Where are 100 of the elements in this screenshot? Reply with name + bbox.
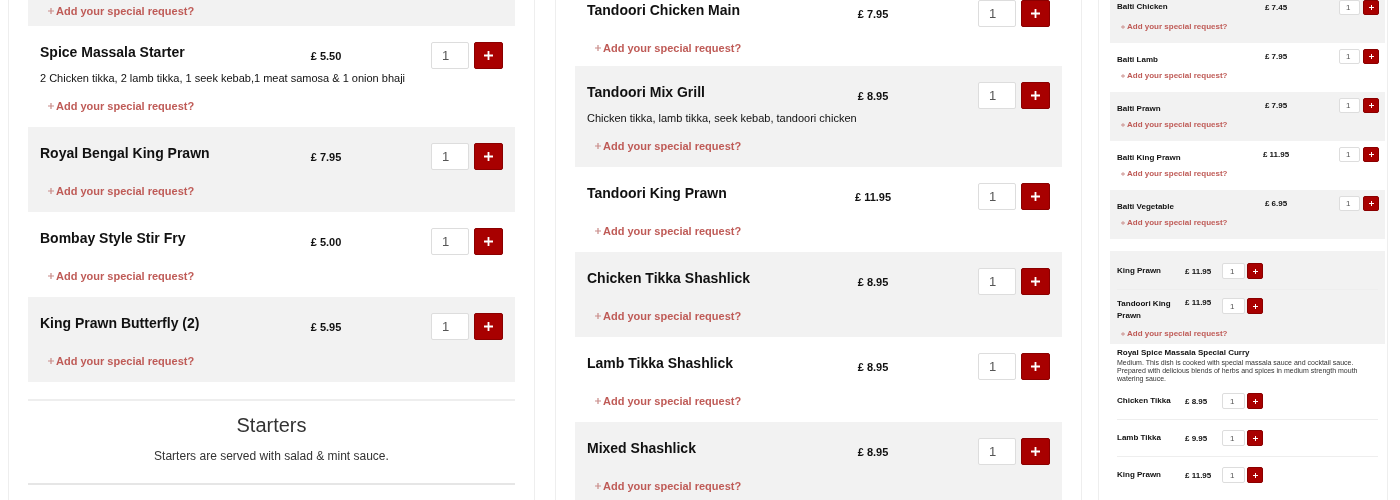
request-link[interactable]: Add your special request? <box>595 224 742 238</box>
add-button[interactable] <box>1363 98 1379 113</box>
quantity-field[interactable]: 1 <box>1222 393 1245 409</box>
plus-icon <box>484 322 493 331</box>
request-link[interactable]: Add your special request? <box>595 479 742 493</box>
add-button[interactable] <box>1021 353 1050 380</box>
quantity-field[interactable]: 1 <box>978 82 1016 109</box>
request-link[interactable]: Add your special request? <box>48 184 195 198</box>
plus-icon <box>1368 103 1374 108</box>
dish-name: Balti Lamb <box>1117 54 1159 64</box>
dish-price: £ 8.95 <box>856 445 890 458</box>
dish-name: Spice Massala Starter <box>40 43 186 60</box>
quantity-field[interactable]: 1 <box>431 42 469 69</box>
quantity-field[interactable]: 1 <box>978 268 1016 295</box>
quantity-field[interactable]: 1 <box>1339 0 1360 15</box>
plus-icon <box>595 143 601 149</box>
dish-price: £ 7.95 <box>1263 101 1289 110</box>
add-button[interactable] <box>1247 298 1263 314</box>
request-link[interactable]: Add your special request? <box>1121 120 1228 130</box>
add-button[interactable] <box>474 42 503 69</box>
dish-price: £ 9.95 <box>1185 433 1209 443</box>
request-link[interactable]: Add your special request? <box>48 354 195 368</box>
dish-name: King Prawn Butterfly (2) <box>40 314 201 331</box>
dish-price: £ 5.95 <box>309 320 343 333</box>
quantity-field[interactable]: 1 <box>1339 196 1360 211</box>
plus-icon <box>1031 9 1040 18</box>
add-button[interactable] <box>1247 263 1263 279</box>
request-link[interactable]: Add your special request? <box>1121 169 1228 179</box>
add-button[interactable] <box>1021 183 1050 210</box>
quantity-field[interactable]: 1 <box>1222 298 1245 314</box>
add-button[interactable] <box>1021 0 1050 27</box>
add-button[interactable] <box>474 143 503 170</box>
add-button[interactable] <box>1021 438 1050 465</box>
quantity-field[interactable]: 1 <box>1339 49 1360 64</box>
plus-icon <box>1031 91 1040 100</box>
request-link[interactable]: Add your special request? <box>595 309 742 323</box>
dish-name: Tandoori King Prawn <box>1117 298 1172 322</box>
dish-name: Balti Chicken <box>1117 1 1169 11</box>
request-link[interactable]: Add your special request? <box>1121 329 1228 339</box>
dish-price: £ 8.95 <box>856 360 890 373</box>
dish-name: Chicken Tikka <box>1117 395 1172 407</box>
quantity-field[interactable]: 1 <box>431 143 469 170</box>
request-link[interactable]: Add your special request? <box>48 99 195 113</box>
dish-description: 2 Chicken tikka, 2 lamb tikka, 1 seek kebab,1 meat samosa & 1 onion bhaji <box>40 71 407 85</box>
quantity-field[interactable]: 1 <box>978 183 1016 210</box>
plus-icon <box>1031 277 1040 286</box>
request-link[interactable]: Add your special request? <box>1121 71 1228 81</box>
request-link[interactable]: Add your special request? <box>1121 218 1228 228</box>
quantity-field[interactable]: 1 <box>978 438 1016 465</box>
dish-price: £ 5.00 <box>309 235 343 248</box>
add-button[interactable] <box>1363 147 1379 162</box>
quantity-field[interactable]: 1 <box>431 228 469 255</box>
request-link[interactable]: Add your special request? <box>595 41 742 55</box>
section-title: Starters <box>235 414 308 437</box>
quantity-field[interactable]: 1 <box>1222 263 1245 279</box>
dish-name: Bombay Style Stir Fry <box>40 229 187 246</box>
add-button[interactable] <box>474 228 503 255</box>
plus-icon <box>1252 472 1258 478</box>
dish-name: Mixed Shashlick <box>587 439 697 456</box>
dish-name: Balti King Prawn <box>1117 152 1182 162</box>
plus-icon <box>595 398 601 404</box>
dish-price: £ 11.95 <box>1185 266 1213 276</box>
dish-description: Chicken tikka, lamb tikka, seek kebab, tandoori chicken <box>587 111 858 125</box>
plus-icon <box>1031 447 1040 456</box>
add-button[interactable] <box>1247 467 1263 483</box>
plus-icon <box>1368 54 1374 59</box>
dish-name: Lamb Tikka Shashlick <box>587 354 735 371</box>
dish-name: Lamb Tikka <box>1117 432 1162 444</box>
quantity-field[interactable]: 1 <box>1222 467 1245 483</box>
request-link[interactable]: Add your special request? <box>48 269 195 283</box>
plus-icon <box>595 228 601 234</box>
quantity-field[interactable]: 1 <box>1222 430 1245 446</box>
quantity-field[interactable]: 1 <box>978 353 1016 380</box>
request-link[interactable]: Add your special request? <box>1121 22 1228 32</box>
add-button[interactable] <box>1363 49 1379 64</box>
quantity-field[interactable]: 1 <box>1339 98 1360 113</box>
quantity-field[interactable]: 1 <box>1339 147 1360 162</box>
dish-price: £ 5.50 <box>309 49 343 62</box>
quantity-field[interactable]: 1 <box>431 313 469 340</box>
add-button[interactable] <box>474 313 503 340</box>
add-button[interactable] <box>1247 393 1263 409</box>
add-button[interactable] <box>1363 0 1379 15</box>
request-link[interactable]: Add your special request? <box>595 139 742 153</box>
plus-icon <box>48 103 54 109</box>
dish-name: Balti Vegetable <box>1117 201 1175 211</box>
request-link[interactable]: Add your special request? <box>48 4 195 18</box>
add-button[interactable] <box>1363 196 1379 211</box>
plus-icon <box>595 483 601 489</box>
add-button[interactable] <box>1021 82 1050 109</box>
dish-price: £ 7.95 <box>309 150 343 163</box>
category-title: Royal Spice Massala Special Curry <box>1117 348 1251 357</box>
dish-name: Tandoori Chicken Main <box>587 1 741 18</box>
add-button[interactable] <box>1021 268 1050 295</box>
plus-icon <box>48 8 54 14</box>
request-link[interactable]: Add your special request? <box>595 394 742 408</box>
add-button[interactable] <box>1247 430 1263 446</box>
quantity-field[interactable]: 1 <box>978 0 1016 27</box>
plus-icon <box>1252 398 1258 404</box>
dish-price: £ 7.45 <box>1263 3 1289 12</box>
dish-name: King Prawn <box>1117 469 1162 481</box>
